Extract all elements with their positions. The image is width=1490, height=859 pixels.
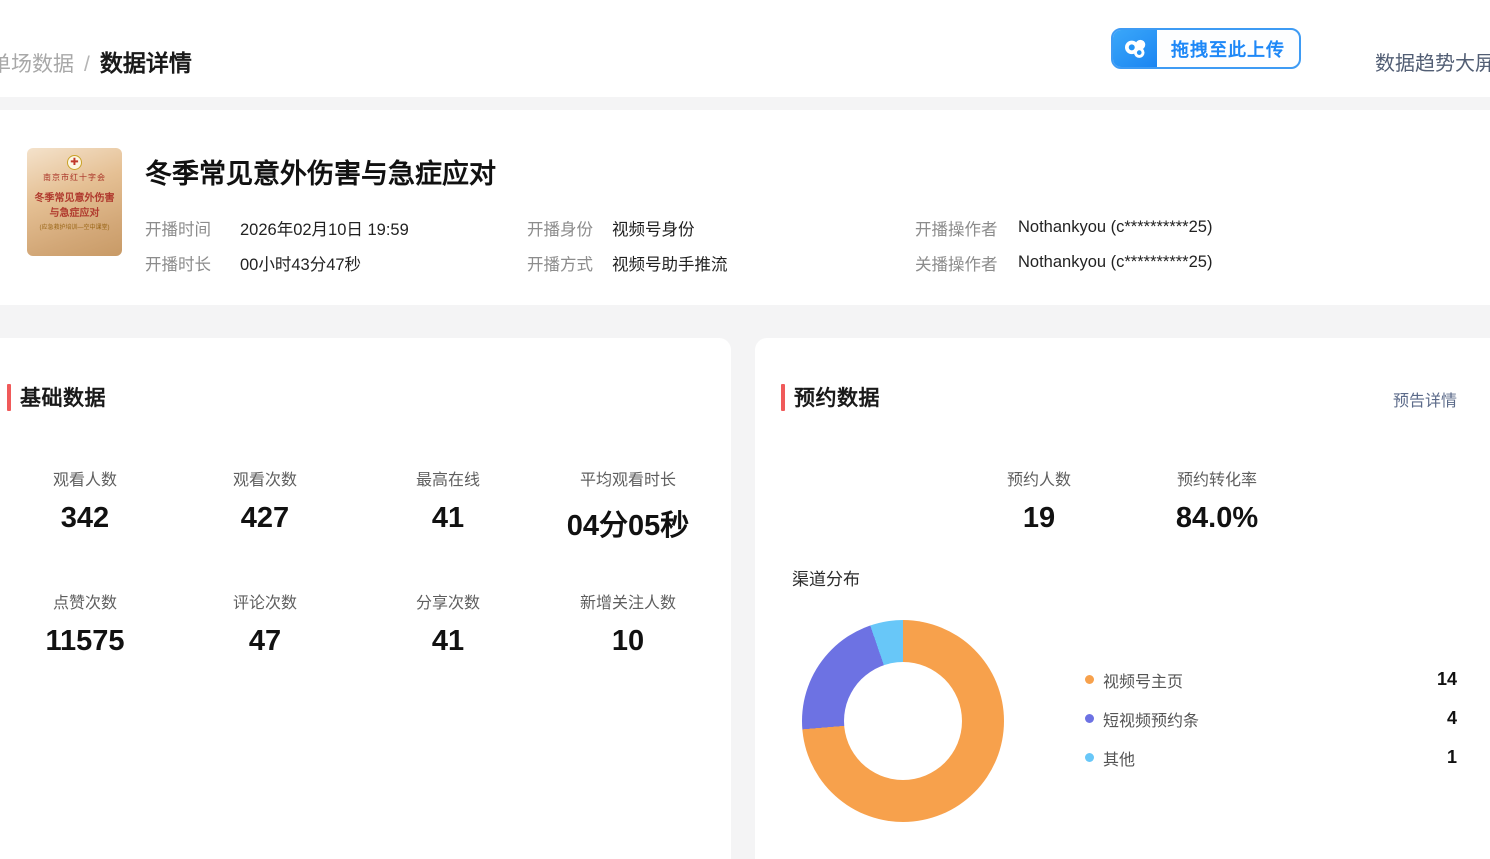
metric-value: 342 bbox=[0, 502, 180, 535]
legend-value: 1 bbox=[1447, 747, 1457, 768]
red-cross-icon: ✚ bbox=[67, 155, 82, 170]
basic-data-card: 基础数据 观看人数 342 观看次数 427 最高在线 41 平均观看时长 04… bbox=[0, 338, 731, 859]
metric-avg-watch-time: 平均观看时长 04分05秒 bbox=[533, 466, 723, 544]
legend-dot-icon bbox=[1085, 753, 1094, 762]
breadcrumb-separator: / bbox=[84, 53, 90, 76]
metric-value: 41 bbox=[353, 625, 543, 658]
legend-label: 短视频预约条 bbox=[1103, 707, 1447, 731]
reservation-data-card: 预约数据 预告详情 预约人数 19 预约转化率 84.0% 渠道分布 视频号主页… bbox=[755, 338, 1490, 859]
info-label: 开播操作者 bbox=[915, 216, 997, 240]
reservation-header: 预约数据 bbox=[781, 383, 880, 411]
metric-value: 47 bbox=[170, 625, 360, 658]
info-row-duration: 开播时长 00小时43分47秒 bbox=[145, 245, 409, 280]
metric-label: 新增关注人数 bbox=[533, 589, 723, 613]
info-label: 开播身份 bbox=[527, 216, 591, 240]
metric-shares: 分享次数 41 bbox=[353, 589, 543, 658]
channel-legend: 视频号主页 14 短视频预约条 4 其他 1 bbox=[1085, 669, 1457, 768]
legend-dot-icon bbox=[1085, 714, 1094, 723]
info-value: Nothankyou (c**********25) bbox=[1018, 218, 1212, 237]
info-row-end-operator: 关播操作者 Nothankyou (c**********25) bbox=[915, 245, 1212, 280]
page-title: 数据详情 bbox=[100, 50, 192, 76]
legend-dot-icon bbox=[1085, 675, 1094, 684]
info-value: Nothankyou (c**********25) bbox=[1018, 253, 1212, 272]
thumbnail-title-line2: 与急症应对 bbox=[27, 204, 122, 219]
metric-value: 11575 bbox=[0, 625, 180, 658]
info-value: 00小时43分47秒 bbox=[240, 251, 361, 275]
legend-item[interactable]: 视频号主页 14 bbox=[1085, 669, 1457, 690]
metric-label: 预约人数 bbox=[944, 466, 1134, 490]
metric-comments: 评论次数 47 bbox=[170, 589, 360, 658]
basic-data-title: 基础数据 bbox=[20, 382, 106, 412]
info-value: 视频号助手推流 bbox=[612, 251, 728, 275]
info-label: 开播时间 bbox=[145, 216, 219, 240]
metric-viewers: 观看人数 342 bbox=[0, 466, 180, 535]
metric-value: 84.0% bbox=[1122, 502, 1312, 535]
legend-value: 4 bbox=[1447, 708, 1457, 729]
metric-likes: 点赞次数 11575 bbox=[0, 589, 180, 658]
legend-label: 其他 bbox=[1103, 746, 1447, 770]
info-label: 开播方式 bbox=[527, 251, 591, 275]
preview-detail-link[interactable]: 预告详情 bbox=[1393, 387, 1457, 411]
channel-donut-chart[interactable] bbox=[802, 620, 1004, 822]
metric-label: 平均观看时长 bbox=[533, 466, 723, 490]
metric-label: 最高在线 bbox=[353, 466, 543, 490]
info-column-mode: 开播身份 视频号身份 开播方式 视频号助手推流 bbox=[527, 210, 728, 280]
info-row-identity: 开播身份 视频号身份 bbox=[527, 210, 728, 245]
thumbnail-org-text: 南京市红十字会 bbox=[27, 172, 122, 183]
thumbnail-subtitle: (应急救护培训—空中课堂) bbox=[27, 222, 122, 231]
metric-conversion-rate: 预约转化率 84.0% bbox=[1122, 466, 1312, 535]
metric-value: 19 bbox=[944, 502, 1134, 535]
info-column-time: 开播时间 2026年02月10日 19:59 开播时长 00小时43分47秒 bbox=[145, 210, 409, 280]
page: 单场数据/数据详情 拖拽至此上传 数据趋势大屏 ✚ 南京市红十 bbox=[0, 0, 1490, 859]
metric-label: 评论次数 bbox=[170, 589, 360, 613]
accent-bar bbox=[7, 384, 11, 411]
info-value: 视频号身份 bbox=[612, 216, 695, 240]
info-row-start-operator: 开播操作者 Nothankyou (c**********25) bbox=[915, 210, 1212, 245]
info-column-operator: 开播操作者 Nothankyou (c**********25) 关播操作者 N… bbox=[915, 210, 1212, 280]
metric-label: 分享次数 bbox=[353, 589, 543, 613]
metric-value: 04分05秒 bbox=[533, 502, 723, 544]
netdisk-cloud-icon bbox=[1113, 30, 1157, 67]
metric-value: 41 bbox=[353, 502, 543, 535]
channel-distribution-title: 渠道分布 bbox=[792, 565, 860, 590]
live-cover-thumbnail: ✚ 南京市红十字会 冬季常见意外伤害 与急症应对 (应急救护培训—空中课堂) bbox=[27, 148, 122, 256]
metric-views: 观看次数 427 bbox=[170, 466, 360, 535]
metric-new-followers: 新增关注人数 10 bbox=[533, 589, 723, 658]
live-title: 冬季常见意外伤害与急症应对 bbox=[145, 152, 496, 191]
info-value: 2026年02月10日 19:59 bbox=[240, 216, 409, 240]
donut-hole bbox=[844, 662, 962, 780]
legend-value: 14 bbox=[1437, 669, 1457, 690]
drag-upload-label: 拖拽至此上传 bbox=[1157, 30, 1299, 67]
breadcrumb-parent[interactable]: 单场数据 bbox=[0, 53, 74, 76]
metric-reservations: 预约人数 19 bbox=[944, 466, 1134, 535]
basic-data-header: 基础数据 bbox=[7, 383, 106, 411]
metric-value: 10 bbox=[533, 625, 723, 658]
metric-label: 点赞次数 bbox=[0, 589, 180, 613]
legend-item[interactable]: 短视频预约条 4 bbox=[1085, 708, 1457, 729]
reservation-title: 预约数据 bbox=[794, 382, 880, 412]
metric-label: 预约转化率 bbox=[1122, 466, 1312, 490]
metric-label: 观看人数 bbox=[0, 466, 180, 490]
data-trend-screen-link[interactable]: 数据趋势大屏 bbox=[1375, 47, 1490, 76]
drag-upload-button[interactable]: 拖拽至此上传 bbox=[1111, 28, 1301, 69]
metric-peak-online: 最高在线 41 bbox=[353, 466, 543, 535]
metric-label: 观看次数 bbox=[170, 466, 360, 490]
legend-item[interactable]: 其他 1 bbox=[1085, 747, 1457, 768]
info-row-start-time: 开播时间 2026年02月10日 19:59 bbox=[145, 210, 409, 245]
top-bar: 单场数据 / 数据详情 拖拽至此上传 数据趋势大屏 bbox=[0, 0, 1490, 97]
info-row-stream-method: 开播方式 视频号助手推流 bbox=[527, 245, 728, 280]
accent-bar bbox=[781, 384, 785, 411]
metric-value: 427 bbox=[170, 502, 360, 535]
breadcrumb: 单场数据 / 数据详情 bbox=[0, 44, 192, 78]
legend-label: 视频号主页 bbox=[1103, 668, 1437, 692]
info-label: 开播时长 bbox=[145, 251, 219, 275]
info-label: 关播操作者 bbox=[915, 251, 997, 275]
thumbnail-title-line1: 冬季常见意外伤害 bbox=[27, 189, 122, 204]
live-session-header-card: ✚ 南京市红十字会 冬季常见意外伤害 与急症应对 (应急救护培训—空中课堂) 冬… bbox=[0, 110, 1490, 305]
